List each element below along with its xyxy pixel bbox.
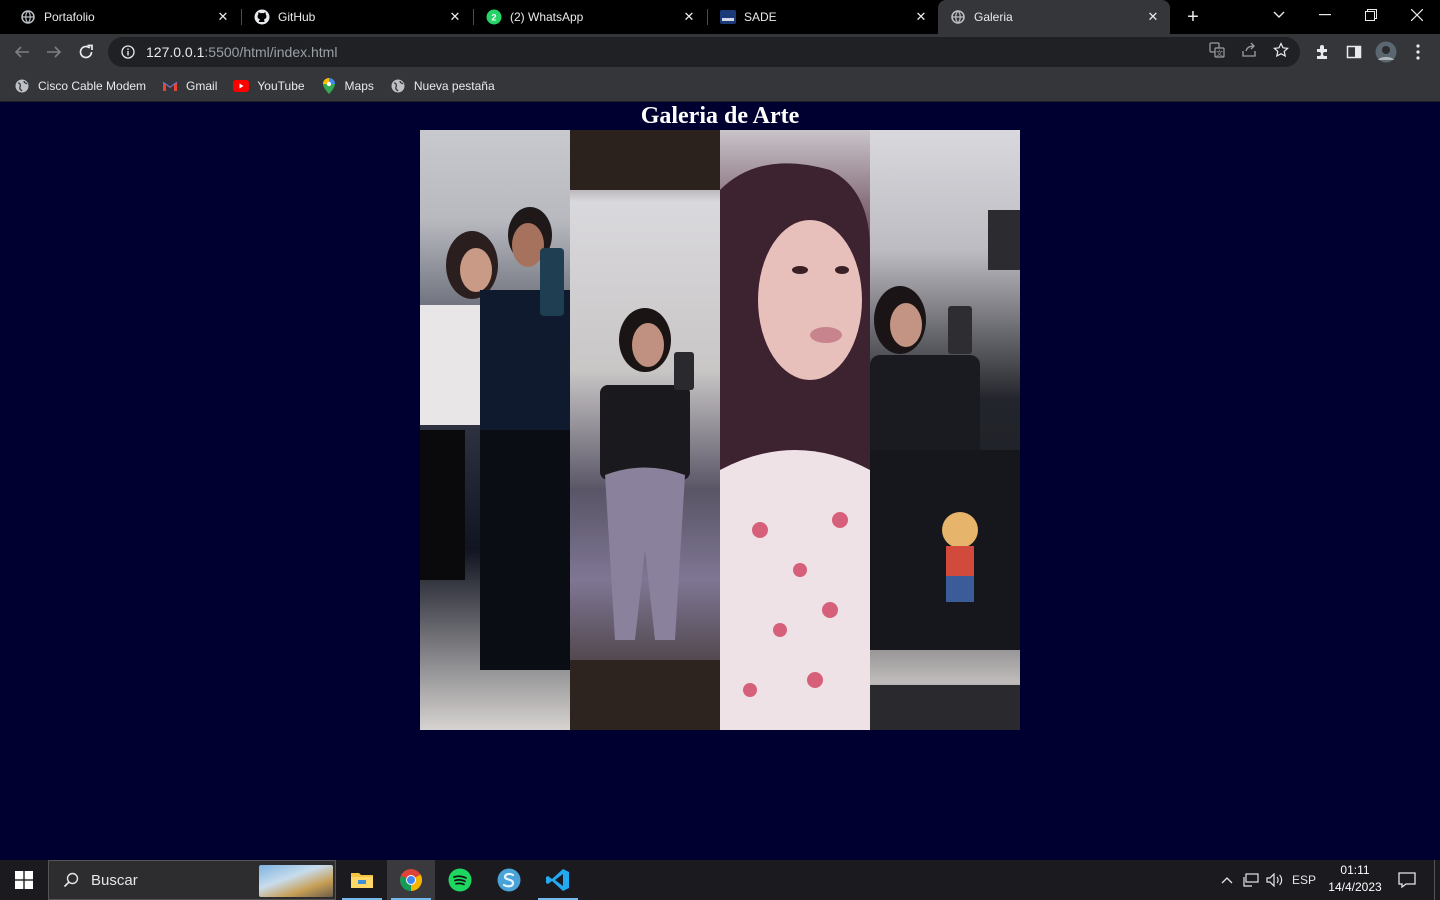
bookmark-gmail[interactable]: Gmail <box>162 78 217 94</box>
reload-button[interactable] <box>72 38 100 66</box>
side-panel-icon[interactable] <box>1340 38 1368 66</box>
globe-icon <box>950 9 966 25</box>
gmail-icon <box>162 78 178 94</box>
browser-toolbar: 127.0.0.1:5500/html/index.html 文 <box>0 34 1440 70</box>
close-icon[interactable]: ✕ <box>214 8 232 26</box>
bookmark-label: Maps <box>344 78 374 93</box>
close-icon[interactable]: ✕ <box>912 8 930 26</box>
url-text[interactable]: 127.0.0.1:5500/html/index.html <box>146 44 337 60</box>
windows-logo-icon <box>15 871 33 889</box>
restore-button[interactable] <box>1348 0 1394 30</box>
share-icon[interactable] <box>1240 41 1258 59</box>
taskbar-search[interactable]: Buscar <box>48 860 336 900</box>
tab-title: SADE <box>744 10 777 24</box>
svg-text:2: 2 <box>491 13 496 23</box>
svg-text:文: 文 <box>1216 49 1223 58</box>
new-tab-button[interactable]: + <box>1180 5 1206 29</box>
tab-title: (2) WhatsApp <box>510 10 584 24</box>
bookmark-label: Nueva pestaña <box>413 78 495 93</box>
spotify-icon[interactable] <box>436 860 484 900</box>
gallery-photo[interactable] <box>720 130 870 730</box>
gallery-photo[interactable] <box>420 130 570 730</box>
weather-widget-icon[interactable] <box>259 865 333 897</box>
extensions-icon[interactable] <box>1308 38 1336 66</box>
page-title: Galeria de Arte <box>640 103 800 129</box>
bookmark-label: Gmail <box>186 78 218 93</box>
app-s-icon[interactable] <box>485 860 533 900</box>
whatsapp-icon: 2 <box>486 9 502 25</box>
github-icon <box>254 9 270 25</box>
tab-sade[interactable]: SADE ✕ <box>708 0 938 34</box>
bookmark-maps[interactable]: Maps <box>321 77 374 94</box>
tab-title: GitHub <box>278 10 316 24</box>
tab-title: Portafolio <box>44 10 95 24</box>
globe-icon <box>390 78 406 94</box>
tab-portafolio[interactable]: Portafolio ✕ <box>0 0 240 34</box>
windows-start-button[interactable] <box>0 860 48 900</box>
tab-search-chevron-icon[interactable] <box>1256 0 1302 30</box>
menu-kebab-icon[interactable] <box>1404 38 1432 66</box>
gallery-photo[interactable] <box>570 130 720 730</box>
file-explorer-icon[interactable] <box>338 860 386 900</box>
search-placeholder: Buscar <box>91 871 138 889</box>
clock-time: 01:11 <box>1340 863 1370 877</box>
show-desktop-button[interactable] <box>1434 860 1440 900</box>
maps-icon <box>321 77 337 94</box>
back-button[interactable] <box>8 38 36 66</box>
globe-icon <box>14 78 30 94</box>
input-language-indicator[interactable]: ESP <box>1290 860 1318 900</box>
volume-icon[interactable] <box>1264 860 1286 900</box>
tab-title: Galeria <box>974 10 1013 24</box>
forward-button[interactable] <box>40 38 68 66</box>
page-viewport: Galeria de Arte <box>0 103 1440 860</box>
close-icon[interactable]: ✕ <box>680 8 698 26</box>
bookmark-label: Cisco Cable Modem <box>38 78 147 93</box>
chrome-icon[interactable] <box>387 860 435 900</box>
translate-icon[interactable]: 文 <box>1208 41 1226 59</box>
close-icon[interactable]: ✕ <box>1144 8 1162 26</box>
network-icon[interactable] <box>1240 860 1262 900</box>
taskbar-clock[interactable]: 01:11 14/4/2023 <box>1322 862 1388 896</box>
bookmark-star-icon[interactable] <box>1272 41 1290 59</box>
vscode-icon[interactable] <box>534 860 582 900</box>
show-hidden-icons-chevron-icon[interactable] <box>1216 860 1238 900</box>
youtube-icon <box>233 78 250 94</box>
bookmark-nueva-pestana[interactable]: Nueva pestaña <box>390 78 495 94</box>
close-window-button[interactable] <box>1394 0 1440 30</box>
photo-gallery <box>420 130 1020 730</box>
bookmark-youtube[interactable]: YouTube <box>233 78 305 94</box>
profile-avatar[interactable] <box>1372 38 1400 66</box>
tab-whatsapp[interactable]: 2 (2) WhatsApp ✕ <box>474 0 706 34</box>
tab-strip: Portafolio ✕ GitHub ✕ 2 (2) WhatsApp ✕ S… <box>0 0 1440 34</box>
gallery-photo[interactable] <box>870 130 1020 730</box>
info-icon[interactable] <box>120 44 136 60</box>
bookmark-cisco-cable-modem[interactable]: Cisco Cable Modem <box>14 78 146 94</box>
windows-taskbar: Buscar ESP 01:11 14/4/2023 <box>0 860 1440 900</box>
notifications-icon[interactable] <box>1394 860 1420 900</box>
minimize-button[interactable] <box>1302 0 1348 30</box>
globe-icon <box>20 9 36 25</box>
tab-github[interactable]: GitHub ✕ <box>242 0 472 34</box>
tab-galeria[interactable]: Galeria ✕ <box>938 0 1170 34</box>
bookmark-label: YouTube <box>257 78 305 93</box>
address-bar[interactable]: 127.0.0.1:5500/html/index.html <box>108 37 1300 67</box>
bookmarks-bar: Cisco Cable Modem Gmail YouTube Maps Nue… <box>0 70 1440 102</box>
search-icon <box>61 870 81 890</box>
clock-date: 14/4/2023 <box>1328 880 1382 894</box>
sade-icon <box>720 9 736 25</box>
close-icon[interactable]: ✕ <box>446 8 464 26</box>
